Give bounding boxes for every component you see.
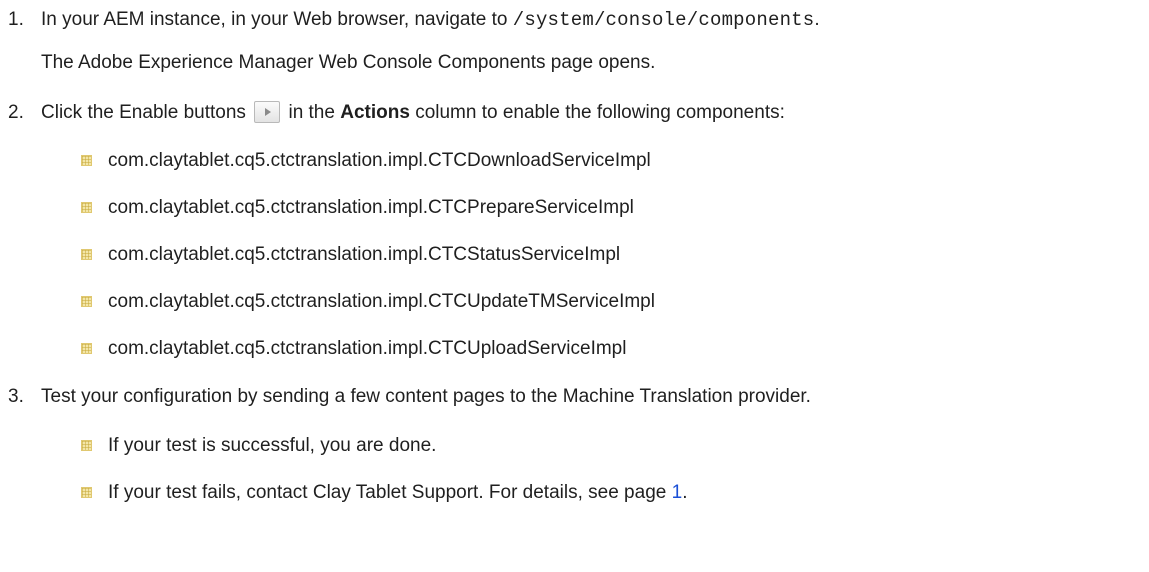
bullet-icon xyxy=(81,487,92,498)
step-1-note: The Adobe Experience Manager Web Console… xyxy=(41,52,656,73)
bullet-icon xyxy=(81,155,92,166)
bullet-icon xyxy=(81,343,92,354)
bullet-icon xyxy=(81,296,92,307)
bullet-icon xyxy=(81,440,92,451)
bullet-icon xyxy=(81,202,92,213)
bullet-icon xyxy=(81,249,92,260)
step-number: 1. xyxy=(8,9,24,30)
step-number: 3. xyxy=(8,386,24,407)
step-text: Click the Enable buttons in the Actions … xyxy=(41,101,785,123)
step-number: 2. xyxy=(8,102,24,123)
actions-column-label: Actions xyxy=(340,102,410,123)
code-path: /system/console/components xyxy=(512,9,815,31)
step-text: In your AEM instance, in your Web browse… xyxy=(41,9,820,31)
step-text: Test your configuration by sending a few… xyxy=(41,386,811,407)
page-link[interactable]: 1 xyxy=(672,482,683,503)
play-icon xyxy=(254,101,281,123)
